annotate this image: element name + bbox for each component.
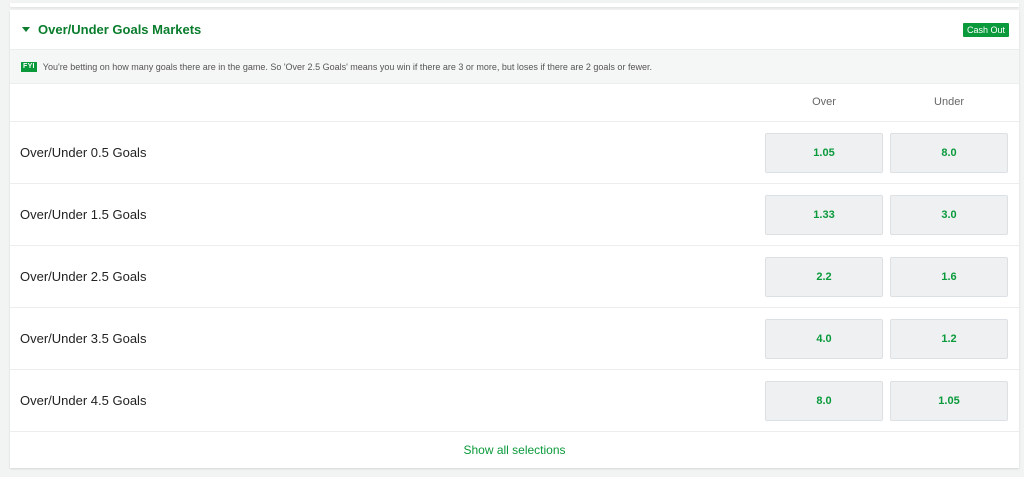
odds-button-over[interactable]: 1.33 — [765, 195, 883, 235]
odds-button-over[interactable]: 4.0 — [765, 319, 883, 359]
odds-button-under[interactable]: 8.0 — [890, 133, 1008, 173]
odds-button-over[interactable]: 2.2 — [765, 257, 883, 297]
odds-button-under[interactable]: 1.2 — [890, 319, 1008, 359]
row-label: Over/Under 1.5 Goals — [20, 207, 147, 222]
market-row: Over/Under 0.5 Goals 1.05 8.0 — [10, 122, 1019, 184]
market-footer: Show all selections — [10, 432, 1019, 468]
cash-out-badge: Cash Out — [962, 22, 1009, 37]
odds-button-over[interactable]: 8.0 — [765, 381, 883, 421]
market-row: Over/Under 1.5 Goals 1.33 3.0 — [10, 184, 1019, 246]
fyi-icon: FYI — [21, 61, 37, 72]
column-header-row: Over Under — [10, 84, 1019, 122]
show-all-selections-link[interactable]: Show all selections — [463, 443, 565, 457]
row-label: Over/Under 4.5 Goals — [20, 393, 147, 408]
row-label: Over/Under 3.5 Goals — [20, 331, 147, 346]
column-header-over: Over — [812, 96, 836, 108]
fyi-text: You're betting on how many goals there a… — [42, 61, 652, 72]
row-label: Over/Under 0.5 Goals — [20, 145, 147, 160]
market-header[interactable]: Over/Under Goals Markets Cash Out — [10, 10, 1019, 50]
odds-button-over[interactable]: 1.05 — [765, 133, 883, 173]
row-label: Over/Under 2.5 Goals — [20, 269, 147, 284]
over-under-market-card: Over/Under Goals Markets Cash Out FYI Yo… — [10, 10, 1019, 468]
odds-button-under[interactable]: 1.05 — [890, 381, 1008, 421]
market-row: Over/Under 2.5 Goals 2.2 1.6 — [10, 246, 1019, 308]
market-row: Over/Under 4.5 Goals 8.0 1.05 — [10, 370, 1019, 432]
market-title[interactable]: Over/Under Goals Markets — [38, 22, 201, 37]
odds-button-under[interactable]: 1.6 — [890, 257, 1008, 297]
column-header-under: Under — [934, 96, 964, 108]
previous-card-edge — [10, 3, 1019, 7]
odds-button-under[interactable]: 3.0 — [890, 195, 1008, 235]
caret-down-icon[interactable] — [22, 27, 30, 32]
fyi-info-bar: FYI You're betting on how many goals the… — [10, 50, 1019, 84]
market-row: Over/Under 3.5 Goals 4.0 1.2 — [10, 308, 1019, 370]
